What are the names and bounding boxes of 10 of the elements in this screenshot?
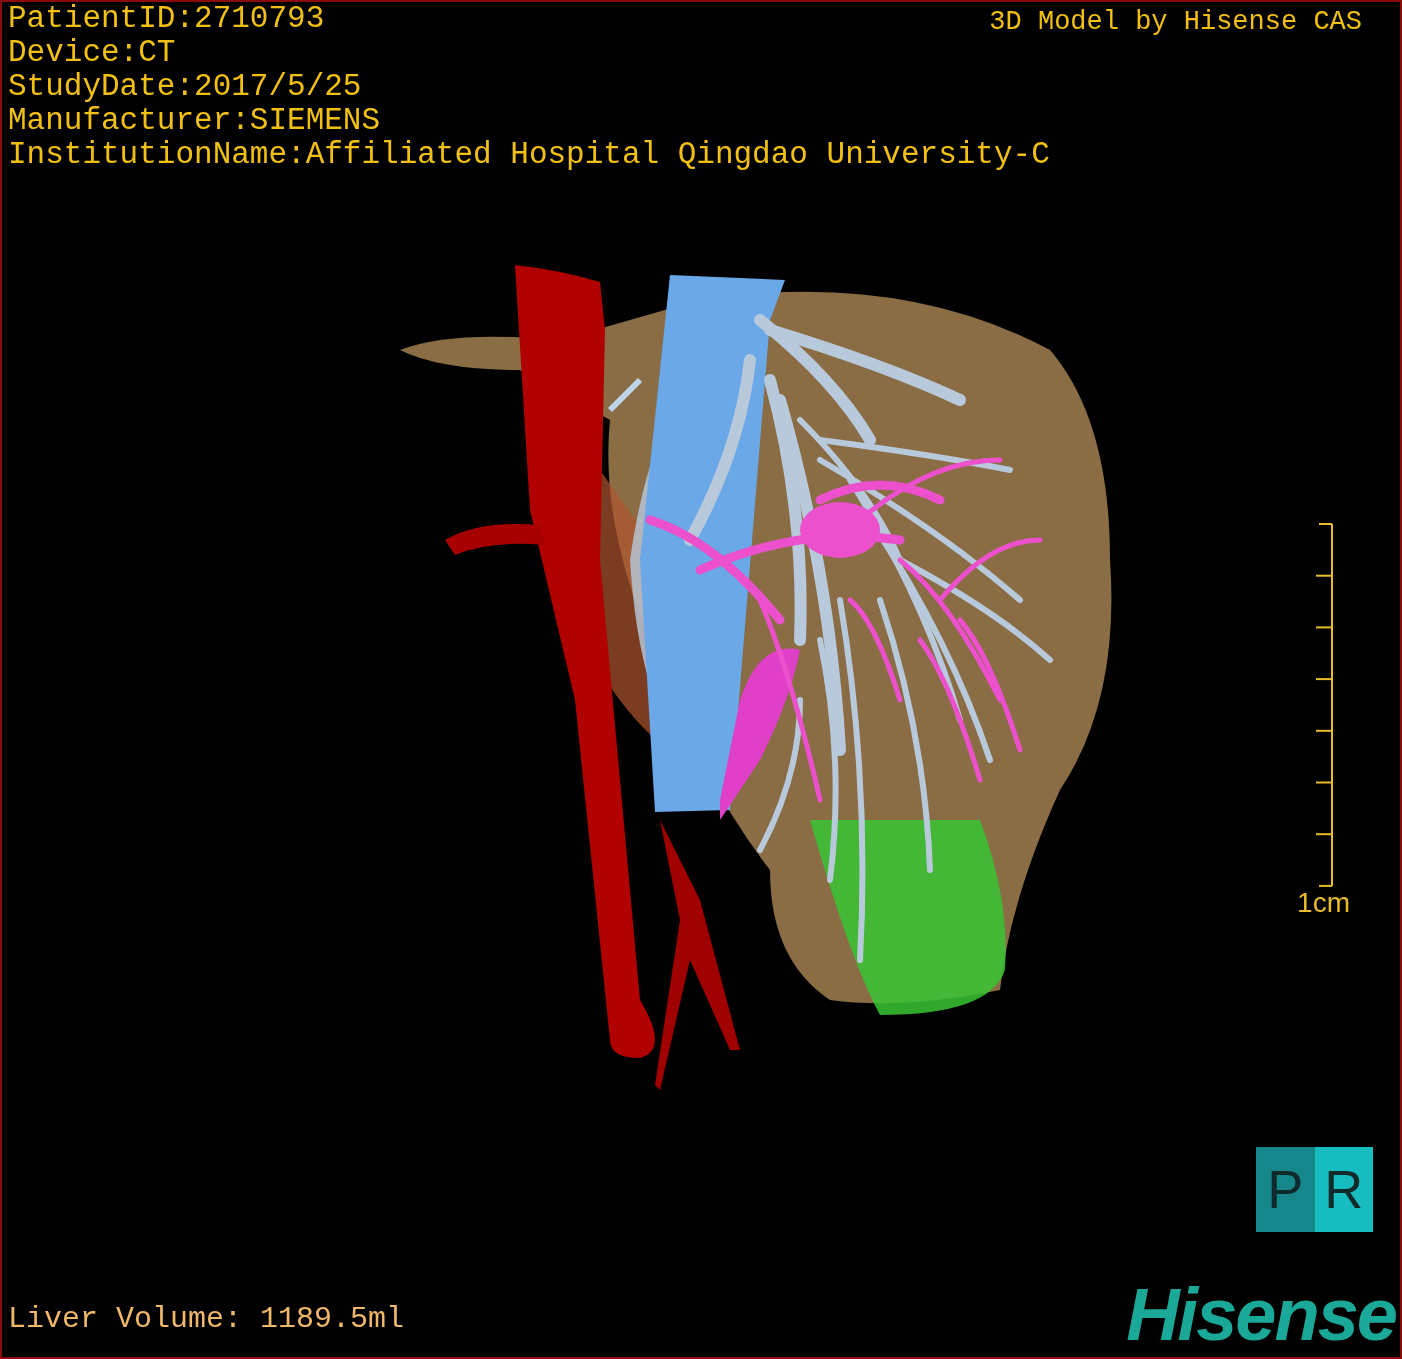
patient-info-text: Device:CT [8,36,176,70]
liver-volume-text: Liver Volume: 1189.5ml [8,1302,405,1336]
scale-label: 1cm [1297,887,1350,919]
patient-info-text: Manufacturer:SIEMENS [8,104,381,138]
patient-info-text: PatientID:2710793 [8,2,325,36]
patient-info-text: InstitutionName:Affiliated Hospital Qingdao University-C [8,138,1050,172]
credit-text: 3D Model by Hisense CAS [989,6,1362,39]
patient-info-text: StudyDate:2017/5/25 [8,70,362,104]
brand-logo: Hisense [1126,1280,1396,1350]
scale-bar-icon [1316,523,1334,887]
